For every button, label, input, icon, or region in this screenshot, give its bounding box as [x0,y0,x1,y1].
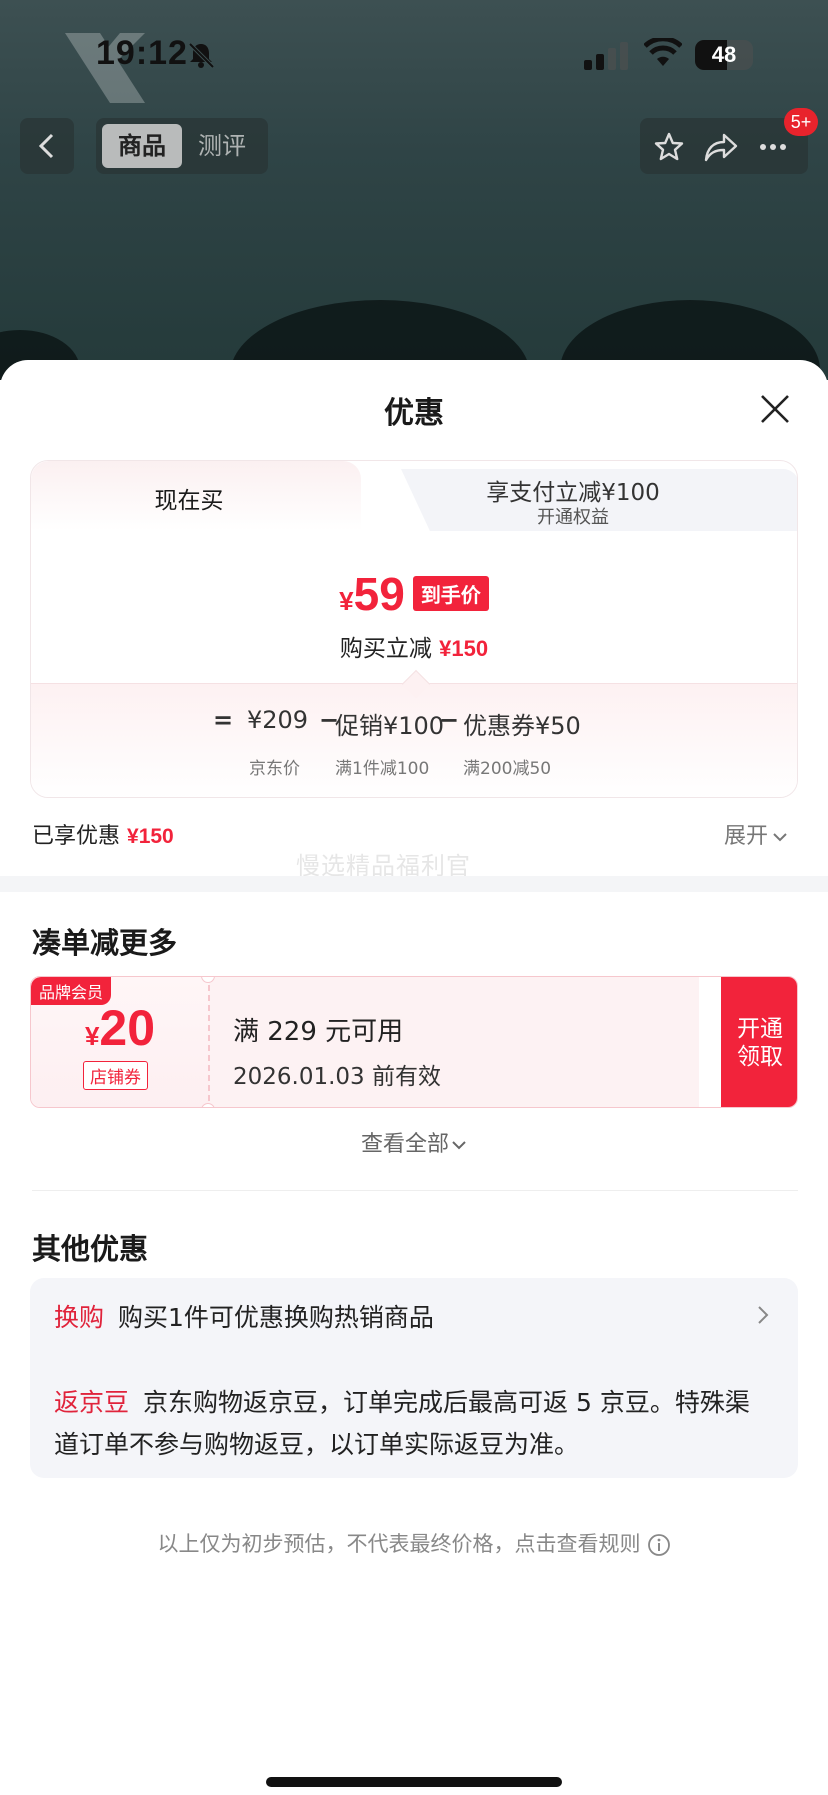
chevron-down-icon [773,833,787,842]
star-icon[interactable] [654,132,684,162]
view-all-label: 查看全部 [360,1132,449,1157]
status-bar: 19:12 48 [0,0,828,110]
tab-buy-now[interactable]: 现在买 [31,461,361,531]
expand-label: 展开 [724,824,769,849]
coupon-value-area: 品牌会员 ¥20 店铺券 [31,977,209,1107]
discount-sheet: 优惠 享支付立减¥100 开通权益 现在买 ¥59 到手价 购买立减 ¥150 =… [0,360,828,1795]
sheet-title: 优惠 [384,396,444,431]
trade-in-label: 换购 [54,1303,105,1332]
share-icon[interactable] [704,132,738,162]
breakdown-jd-price: ¥209 [247,706,309,734]
instant-cut-label: 购买立减 [339,636,432,662]
breakdown-jd-price-label: 京东价 [249,759,300,779]
price-breakdown: = ¥209 − 促销¥100 − 优惠券¥50 京东价 满1件减100 满20… [31,669,797,797]
breakdown-coupon: 优惠券¥50 [463,712,581,740]
final-price-tag: 到手价 [412,576,489,611]
jd-beans-label: 返京豆 [54,1388,130,1417]
wifi-icon [644,38,682,66]
breakdown-promo-label: 满1件减100 [335,759,430,779]
final-price: ¥59 到手价 [31,567,797,621]
instant-cut: 购买立减 ¥150 [31,629,797,663]
chevron-left-icon [38,133,54,159]
other-section-title: 其他优惠 [32,1232,149,1266]
home-indicator [266,1777,562,1787]
price-card: 享支付立减¥100 开通权益 现在买 ¥59 到手价 购买立减 ¥150 = ¥2… [30,460,798,798]
final-price-currency: ¥ [339,586,354,616]
other-discounts-box: 换购 购买1件可优惠换购热销商品 返京豆 京东购物返京豆，订单完成后最高可返 5 京… [30,1278,798,1478]
battery-level: 48 [711,42,737,67]
battery-indicator: 48 [695,40,753,70]
breakdown-pointer [401,669,431,699]
tab-product[interactable]: 商品 [102,124,182,168]
final-price-value: 59 [353,568,405,620]
divider [32,1190,798,1191]
jd-beans-row: 返京豆 京东购物返京豆，订单完成后最高可返 5 京豆。特殊渠道订单不参与购物返豆，… [54,1382,774,1466]
breakdown-promo: 促销¥100 [335,712,445,740]
tab-review[interactable]: 测评 [182,124,262,168]
tab-buy-now-label: 现在买 [154,488,224,514]
product-tab-switcher: 商品 测评 [96,118,268,174]
instant-cut-value: ¥150 [439,636,489,661]
product-nav-bar: 商品 测评 5+ [0,108,828,174]
coupon-amount-value: 20 [99,1000,156,1056]
status-time: 19:12 [96,34,188,72]
coupon-claim-label: 开通 领取 [737,1016,783,1070]
more-icon[interactable] [758,132,788,162]
view-all-button[interactable]: 查看全部 [0,1126,828,1158]
back-button[interactable] [20,118,74,174]
coupon-condition: 满 229 元可用 [233,1017,404,1047]
close-icon[interactable] [758,392,792,426]
trade-in-row[interactable]: 换购 购买1件可优惠换购热销商品 [54,1298,434,1334]
enjoyed-discount: 已享优惠 ¥150 [32,818,174,850]
footer-note-text: 以上仅为初步预估，不代表最终价格，点击查看规则 [157,1532,641,1556]
info-icon [647,1534,670,1556]
rules-link[interactable]: 以上仅为初步预估，不代表最终价格，点击查看规则 [0,1528,828,1558]
coupon-type-tag: 店铺券 [83,1061,148,1090]
message-badge: 5+ [784,108,818,136]
breakdown-minus-2: − [439,706,460,734]
coupon-expiry: 2026.01.03 前有效 [233,1064,441,1090]
more-section-title: 凑单减更多 [32,926,178,960]
chevron-down-icon [452,1141,466,1150]
breakdown-equals: = [213,706,234,734]
trade-in-text: 购买1件可优惠换购热销商品 [118,1303,434,1332]
nav-actions [640,118,808,174]
bell-off-icon [188,42,215,69]
jd-beans-text: 京东购物返京豆，订单完成后最高可返 5 京豆。特殊渠道订单不参与购物返豆，以订单… [54,1388,750,1459]
section-divider [0,876,828,892]
coupon-card: 品牌会员 ¥20 店铺券 满 229 元可用 2026.01.03 前有效 开通… [30,976,798,1108]
coupon-claim-button[interactable]: 开通 领取 [721,977,797,1107]
enjoyed-value: ¥150 [127,825,174,848]
breakdown-coupon-label: 满200减50 [463,759,552,779]
chevron-right-icon[interactable] [756,1304,770,1326]
coupon-currency: ¥ [84,1021,100,1051]
enjoyed-label: 已享优惠 [32,824,121,849]
coupon-amount: ¥20 [31,999,209,1057]
expand-button[interactable]: 展开 [724,818,788,850]
cellular-signal-icon [584,42,628,70]
coupon-dashed-divider [208,985,210,1101]
